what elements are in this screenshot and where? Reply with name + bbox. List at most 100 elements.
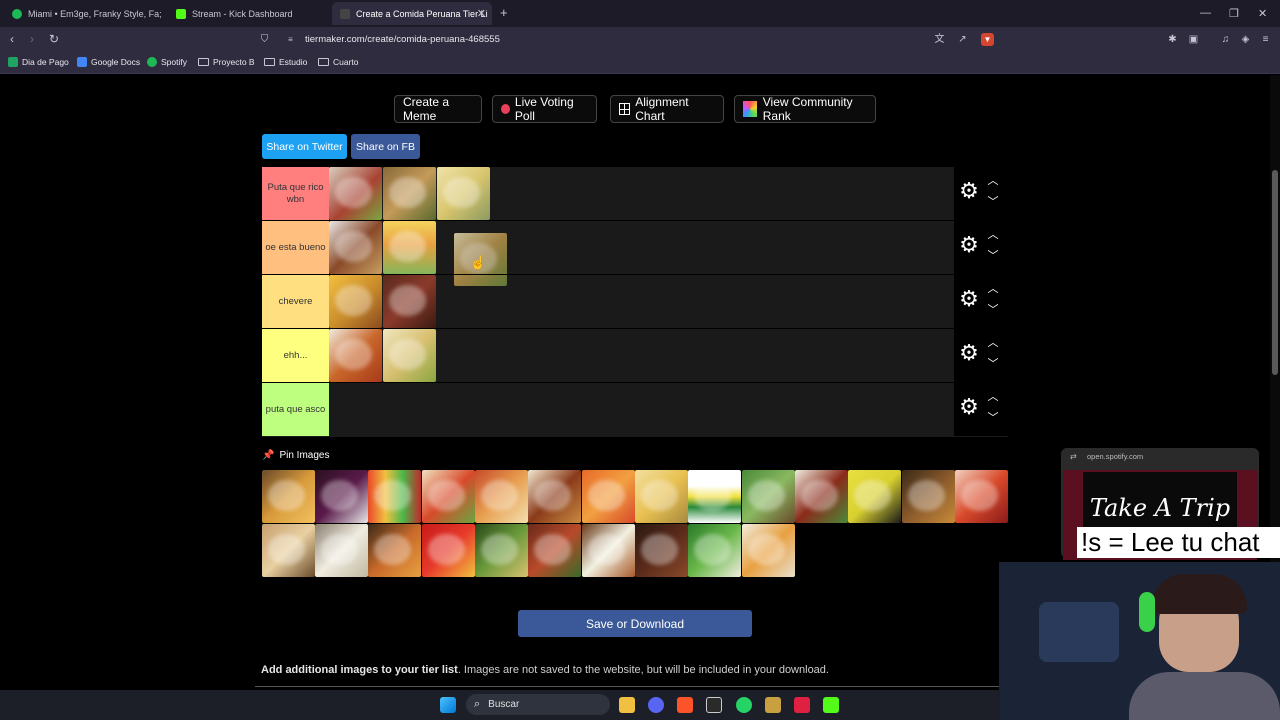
gear-icon[interactable]: ⚙ bbox=[958, 288, 980, 310]
food-item[interactable] bbox=[383, 167, 436, 220]
pool-image[interactable] bbox=[582, 470, 635, 523]
translate-icon[interactable]: 文 bbox=[933, 33, 946, 46]
wallet-icon[interactable]: ◈ bbox=[1239, 33, 1252, 46]
food-item[interactable] bbox=[383, 275, 436, 328]
windows-start-icon[interactable] bbox=[440, 697, 456, 713]
food-item[interactable] bbox=[437, 167, 490, 220]
new-tab-icon[interactable]: + bbox=[500, 5, 508, 20]
gear-icon[interactable]: ⚙ bbox=[958, 342, 980, 364]
food-item[interactable] bbox=[329, 275, 382, 328]
tier-label[interactable]: oe esta bueno bbox=[262, 221, 329, 274]
pool-image[interactable] bbox=[688, 524, 741, 577]
brave-shields-icon[interactable]: ▼ bbox=[981, 33, 994, 46]
taskbar-search[interactable]: ⌕ Buscar bbox=[466, 694, 610, 715]
chevron-up-icon[interactable]: ︿ bbox=[986, 282, 1000, 296]
chevron-down-icon[interactable]: ﹀ bbox=[986, 411, 1000, 425]
pool-image[interactable] bbox=[422, 470, 475, 523]
pool-image[interactable] bbox=[528, 470, 581, 523]
food-item[interactable] bbox=[329, 221, 382, 274]
pool-image[interactable] bbox=[315, 470, 368, 523]
pool-image[interactable] bbox=[582, 524, 635, 577]
sidebar-icon[interactable]: ▣ bbox=[1187, 33, 1200, 46]
scrollbar-thumb[interactable] bbox=[1272, 170, 1278, 375]
pool-image[interactable] bbox=[422, 524, 475, 577]
live-voting-poll-button[interactable]: Live Voting Poll bbox=[492, 95, 597, 123]
chevron-up-icon[interactable]: ︿ bbox=[986, 390, 1000, 404]
bookmark-dia-de-pago[interactable]: Dia de Pago bbox=[8, 57, 69, 67]
share-twitter-button[interactable]: Share on Twitter bbox=[262, 134, 347, 159]
pool-image[interactable] bbox=[368, 470, 421, 523]
kick-icon[interactable] bbox=[823, 697, 839, 713]
save-download-button[interactable]: Save or Download bbox=[518, 610, 752, 637]
pool-image[interactable] bbox=[262, 524, 315, 577]
brave-icon[interactable] bbox=[677, 697, 693, 713]
pool-image[interactable] bbox=[315, 524, 368, 577]
pool-image[interactable] bbox=[955, 470, 1008, 523]
food-item[interactable] bbox=[383, 221, 436, 274]
share-fb-button[interactable]: Share on FB bbox=[351, 134, 420, 159]
tier-label[interactable]: puta que asco bbox=[262, 383, 329, 436]
chevron-down-icon[interactable]: ﹀ bbox=[986, 195, 1000, 209]
pool-image[interactable] bbox=[475, 470, 528, 523]
food-item[interactable] bbox=[383, 329, 436, 382]
chevron-down-icon[interactable]: ﹀ bbox=[986, 357, 1000, 371]
site-info-icon[interactable]: ≡ bbox=[284, 33, 297, 46]
bookmark-proyecto-b[interactable]: Proyecto B bbox=[198, 57, 255, 67]
view-community-rank-button[interactable]: View Community Rank bbox=[734, 95, 876, 123]
bookmark-cuarto[interactable]: Cuarto bbox=[318, 57, 359, 67]
chevron-up-icon[interactable]: ︿ bbox=[986, 336, 1000, 350]
tab-tiermaker[interactable]: Create a Comida Peruana Tier Li ✕ bbox=[332, 2, 492, 25]
alignment-chart-button[interactable]: Alignment Chart bbox=[610, 95, 724, 123]
pool-image[interactable] bbox=[635, 524, 688, 577]
pin-images-toggle[interactable]: 📌 Pin Images bbox=[262, 450, 329, 461]
bookmark-google-docs[interactable]: Google Docs bbox=[77, 57, 140, 67]
menu-icon[interactable]: ≡ bbox=[1259, 33, 1272, 46]
chevron-up-icon[interactable]: ︿ bbox=[986, 174, 1000, 188]
gear-icon[interactable]: ⚙ bbox=[958, 180, 980, 202]
bookmark-spotify[interactable]: Spotify bbox=[147, 57, 187, 67]
chevron-up-icon[interactable]: ︿ bbox=[986, 228, 1000, 242]
app-icon[interactable] bbox=[765, 697, 781, 713]
maximize-icon[interactable]: ❐ bbox=[1229, 7, 1239, 20]
close-tab-icon[interactable]: ✕ bbox=[477, 7, 486, 20]
close-window-icon[interactable]: ✕ bbox=[1258, 7, 1267, 20]
discord-icon[interactable] bbox=[648, 697, 664, 713]
chevron-down-icon[interactable]: ﹀ bbox=[986, 303, 1000, 317]
tab-kick-dashboard[interactable]: Stream - Kick Dashboard bbox=[168, 2, 328, 25]
pool-image[interactable] bbox=[795, 470, 848, 523]
media-icon[interactable]: ♫ bbox=[1219, 33, 1232, 46]
whatsapp-icon[interactable] bbox=[736, 697, 752, 713]
gear-icon[interactable]: ⚙ bbox=[958, 234, 980, 256]
pool-image[interactable] bbox=[368, 524, 421, 577]
back-icon[interactable]: ‹ bbox=[10, 32, 14, 46]
share-icon[interactable]: ↗ bbox=[956, 33, 969, 46]
pool-image[interactable] bbox=[688, 470, 741, 523]
pool-image[interactable] bbox=[742, 524, 795, 577]
pool-image[interactable] bbox=[635, 470, 688, 523]
pool-image[interactable] bbox=[848, 470, 901, 523]
food-item[interactable] bbox=[329, 167, 382, 220]
food-item[interactable] bbox=[329, 329, 382, 382]
pocket-icon[interactable] bbox=[794, 697, 810, 713]
tab-spotify[interactable]: Miami • Em3ge, Franky Style, Fa; bbox=[4, 2, 164, 25]
forward-icon[interactable]: › bbox=[30, 32, 34, 46]
file-explorer-icon[interactable] bbox=[619, 697, 635, 713]
chevron-down-icon[interactable]: ﹀ bbox=[986, 249, 1000, 263]
tier-label[interactable]: ehh... bbox=[262, 329, 329, 382]
pool-image[interactable] bbox=[262, 470, 315, 523]
pool-image[interactable] bbox=[528, 524, 581, 577]
tier-label[interactable]: chevere bbox=[262, 275, 329, 328]
bookmark-icon[interactable]: ⛉ bbox=[258, 33, 271, 46]
reload-icon[interactable]: ↻ bbox=[49, 32, 59, 46]
pool-image[interactable] bbox=[475, 524, 528, 577]
pool-image[interactable] bbox=[902, 470, 955, 523]
calendar-icon[interactable] bbox=[706, 697, 722, 713]
bookmark-estudio[interactable]: Estudio bbox=[264, 57, 307, 67]
pool-image[interactable] bbox=[742, 470, 795, 523]
address-bar[interactable]: tiermaker.com/create/comida-peruana-4685… bbox=[305, 34, 500, 45]
minimize-icon[interactable]: — bbox=[1200, 7, 1211, 19]
extensions-icon[interactable]: ✱ bbox=[1166, 33, 1179, 46]
create-meme-button[interactable]: Create a Meme bbox=[394, 95, 482, 123]
tier-label[interactable]: Puta que rico wbn bbox=[262, 167, 329, 220]
gear-icon[interactable]: ⚙ bbox=[958, 396, 980, 418]
